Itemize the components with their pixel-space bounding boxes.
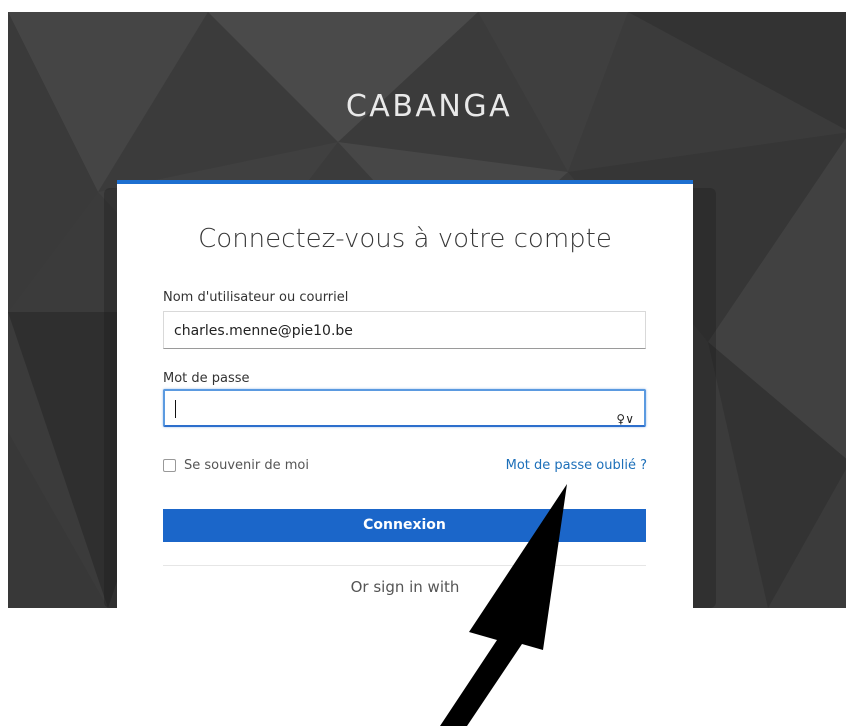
annotation-arrow-icon [440, 484, 567, 726]
